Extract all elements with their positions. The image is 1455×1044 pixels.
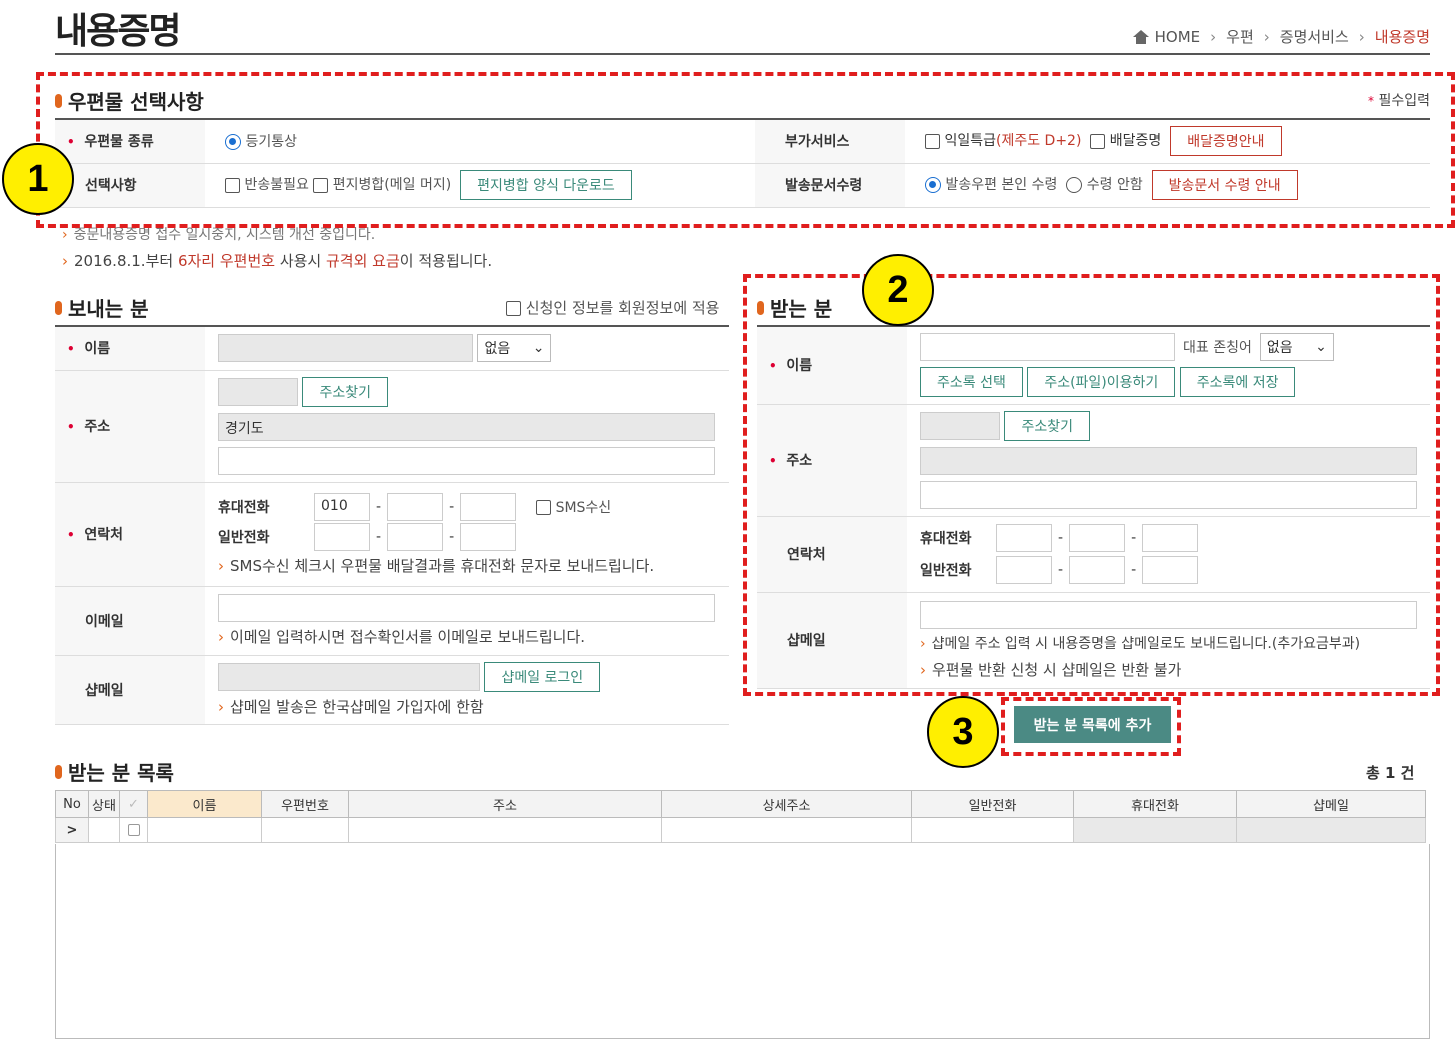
sender-contact-label: • 연락처 xyxy=(55,482,205,587)
chevron-down-icon: ⌄ xyxy=(532,340,545,357)
sender-shapmail-cell: 샵메일 로그인 › 샵메일 발송은 한국샵메일 가입자에 한함 xyxy=(205,655,729,725)
sender-name-cell: 없음 ⌄ xyxy=(205,326,729,371)
col-shapmail[interactable]: 샵메일 xyxy=(1236,790,1426,818)
row-marker-icon: > xyxy=(55,817,89,843)
col-no: No xyxy=(55,790,89,818)
sender-phone-3[interactable] xyxy=(460,522,517,551)
col-name[interactable]: 이름 xyxy=(147,790,262,818)
section-marker-icon xyxy=(55,764,62,779)
recipient-total: 총 1 건 xyxy=(1366,764,1415,782)
section-marker-icon xyxy=(55,300,62,315)
apply-member-checkbox[interactable] xyxy=(506,301,521,316)
col-address[interactable]: 주소 xyxy=(348,790,662,818)
row-status xyxy=(88,817,120,843)
notice-2-zipcode: 6자리 우편번호 xyxy=(177,252,276,270)
sender-name-input[interactable] xyxy=(218,334,473,363)
sender-phone-label: 일반전화 xyxy=(218,529,270,546)
row-address xyxy=(348,817,662,843)
row-mobile xyxy=(1073,817,1237,843)
annotation-box-2 xyxy=(743,274,1440,696)
sender-name-label: • 이름 xyxy=(55,326,205,371)
row-checkbox-cell xyxy=(119,817,148,843)
row-checkbox[interactable] xyxy=(127,824,140,836)
notice-2-part3: 이 적용됩니다. xyxy=(399,252,493,270)
annotation-box-1 xyxy=(36,72,1455,228)
sender-shapmail-input[interactable] xyxy=(218,663,480,691)
col-phone[interactable]: 일반전화 xyxy=(911,790,1074,818)
sms-label: SMS수신 xyxy=(555,499,612,516)
sms-note: › SMS수신 체크시 우편물 배달결과를 휴대전화 문자로 보내드립니다. xyxy=(218,556,655,575)
sender-email-label: 이메일 xyxy=(55,586,205,656)
annotation-box-3 xyxy=(1001,697,1181,756)
breadcrumb-current: 내용증명 xyxy=(1374,28,1430,46)
sms-checkbox[interactable] xyxy=(536,500,552,515)
breadcrumb-home[interactable]: HOME xyxy=(1155,28,1201,46)
notice-1-text: 중문내용증명 접수 일시중지, 시스템 개선 중입니다. xyxy=(73,227,376,243)
title-divider xyxy=(55,53,1430,55)
notice-bullet-icon: › xyxy=(62,252,68,270)
sender-email-input[interactable] xyxy=(218,594,715,622)
sender-address-cell: 주소찾기 경기도 xyxy=(205,370,729,483)
apply-member-info: 신청인 정보를 회원정보에 적용 xyxy=(506,297,720,318)
notice-2-part1: 2016.8.1.부터 xyxy=(74,252,178,270)
row-phone xyxy=(911,817,1074,843)
sender-title-label: 보내는 분 xyxy=(68,297,149,321)
notice-2: › 2016.8.1.부터 6자리 우편번호 사용시 규격외 요금이 적용됩니다. xyxy=(62,250,492,271)
notice-2-part2: 사용시 xyxy=(275,252,326,270)
notice-2-fee: 규격외 요금 xyxy=(326,252,400,270)
recipient-table: No 상태 ✓ 이름 우편번호 주소 상세주소 일반전화 휴대전화 샵메일 > xyxy=(55,790,1426,843)
breadcrumb: HOME › 우편 › 증명서비스 › 내용증명 xyxy=(1132,26,1430,47)
sms-option: SMS수신 xyxy=(536,497,611,517)
breadcrumb-proof[interactable]: 증명서비스 xyxy=(1280,26,1349,47)
page-title: 내용증명 xyxy=(55,11,181,52)
chevron-right-icon: › xyxy=(1263,27,1270,46)
recipient-table-body-area xyxy=(55,844,1430,1039)
breadcrumb-mail[interactable]: 우편 xyxy=(1226,26,1254,47)
shapmail-login-button[interactable]: 샵메일 로그인 xyxy=(484,662,601,692)
sender-zipcode-input[interactable] xyxy=(218,378,298,406)
annotation-badge-3: 3 xyxy=(927,696,999,768)
col-mobile[interactable]: 휴대전화 xyxy=(1073,790,1237,818)
sender-email-cell: › 이메일 입력하시면 접수확인서를 이메일로 보내드립니다. xyxy=(205,586,729,656)
sender-title: 보내는 분 xyxy=(55,293,149,322)
sender-contact-cell: 휴대전화 010- - SMS수신 일반전화 - - › SMS수신 체크시 우편… xyxy=(205,482,729,587)
sender-mobile-1[interactable]: 010 xyxy=(314,492,370,521)
sender-phone-2[interactable] xyxy=(387,522,444,551)
chevron-right-icon: › xyxy=(1210,27,1217,46)
sender-name-select[interactable]: 없음 ⌄ xyxy=(477,334,552,363)
email-note: › 이메일 입력하시면 접수확인서를 이메일로 보내드립니다. xyxy=(218,628,586,646)
row-detail-address xyxy=(661,817,912,843)
sender-mobile-label: 휴대전화 xyxy=(218,499,270,516)
sender-address-detail-input[interactable] xyxy=(218,447,715,475)
notice-bullet-icon: › xyxy=(62,227,68,243)
row-name xyxy=(147,817,262,843)
home-icon[interactable] xyxy=(1132,29,1149,44)
sender-mobile-2[interactable] xyxy=(387,492,444,521)
recipient-table-header: No 상태 ✓ 이름 우편번호 주소 상세주소 일반전화 휴대전화 샵메일 xyxy=(55,790,1426,818)
row-zipcode xyxy=(261,817,349,843)
sender-phone-1[interactable] xyxy=(314,522,370,551)
apply-member-label: 신청인 정보를 회원정보에 적용 xyxy=(525,299,720,317)
annotation-badge-2: 2 xyxy=(862,254,934,326)
sender-address-label: • 주소 xyxy=(55,370,205,483)
col-status: 상태 xyxy=(88,790,120,818)
recipient-list-title: 받는 분 목록 xyxy=(55,757,174,786)
col-zipcode[interactable]: 우편번호 xyxy=(261,790,349,818)
table-row[interactable]: > xyxy=(55,817,1426,843)
sender-shapmail-label: 샵메일 xyxy=(55,655,205,725)
recipient-list-label: 받는 분 목록 xyxy=(68,761,174,785)
sender-table: • 이름 없음 ⌄ • 주소 주소찾기 경기도 • 연락처 휴대전화 010- -… xyxy=(55,325,729,725)
col-select-all[interactable]: ✓ xyxy=(119,790,148,818)
sender-find-address-button[interactable]: 주소찾기 xyxy=(302,377,388,407)
shapmail-sender-note: › 샵메일 발송은 한국샵메일 가입자에 한함 xyxy=(218,698,484,716)
sender-mobile-3[interactable] xyxy=(460,492,517,521)
sender-address-input[interactable]: 경기도 xyxy=(218,413,715,441)
col-detail-address[interactable]: 상세주소 xyxy=(661,790,912,818)
chevron-right-icon: › xyxy=(1358,27,1365,46)
row-shapmail xyxy=(1236,817,1426,843)
annotation-badge-1: 1 xyxy=(2,143,74,215)
